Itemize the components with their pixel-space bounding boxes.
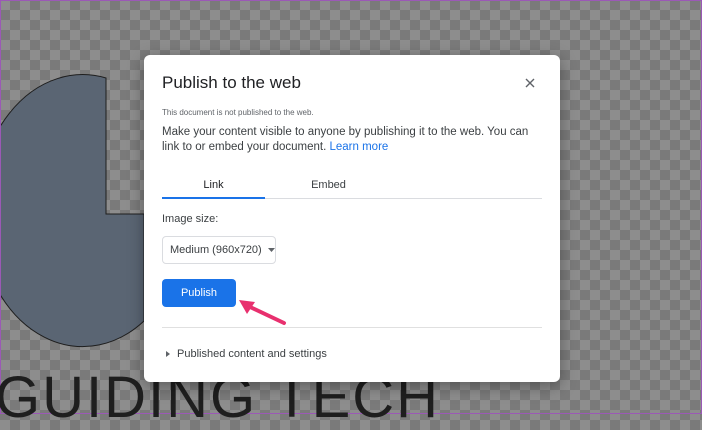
dialog-description: Make your content visible to anyone by p…: [162, 125, 542, 155]
image-size-dropdown[interactable]: Medium (960x720): [162, 236, 276, 264]
dropdown-caret-icon: [267, 248, 275, 252]
pie-shape: [1, 74, 145, 348]
publish-button[interactable]: Publish: [162, 279, 236, 307]
publish-dialog: Publish to the web This document is not …: [144, 55, 560, 382]
published-settings-toggle[interactable]: Published content and settings: [166, 348, 327, 360]
close-button[interactable]: [520, 73, 540, 93]
dialog-title: Publish to the web: [162, 73, 301, 92]
annotation-arrow-icon: [239, 300, 286, 325]
tab-bar: Link Embed: [162, 173, 542, 199]
image-size-label: Image size:: [162, 213, 219, 225]
section-divider: [162, 327, 542, 328]
tab-link[interactable]: Link: [162, 173, 265, 199]
publish-status: This document is not published to the we…: [162, 108, 314, 117]
learn-more-link[interactable]: Learn more: [329, 141, 388, 153]
image-size-value: Medium (960x720): [170, 244, 262, 256]
close-icon: [525, 78, 535, 88]
published-settings-label: Published content and settings: [177, 348, 327, 360]
expand-triangle-icon: [166, 351, 170, 357]
tab-embed[interactable]: Embed: [277, 173, 380, 197]
